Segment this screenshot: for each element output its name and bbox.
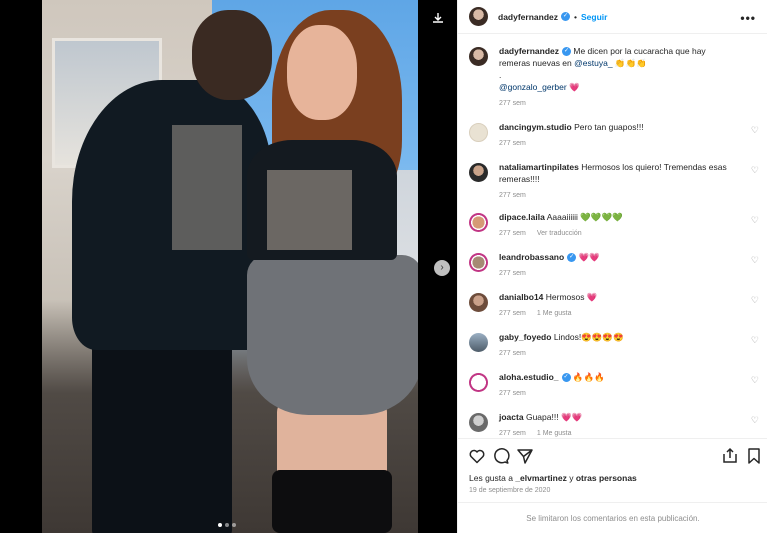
- comment-text: Aaaaiiiiii: [546, 212, 578, 222]
- comment-item: aloha.estudio_ ✓ 🔥🔥🔥 277 sem ♡: [469, 371, 759, 400]
- avatar[interactable]: [469, 213, 488, 232]
- avatar[interactable]: [469, 413, 488, 432]
- comment-item: nataliamartinpilates Hermosos los quiero…: [469, 161, 759, 202]
- verified-badge-icon: ✓: [567, 253, 577, 263]
- clap-emoji: 👏👏👏: [614, 58, 647, 68]
- likes-summary: Les gusta a _elvmartinez y otras persona…: [469, 473, 637, 483]
- mention-link[interactable]: @estuya_: [574, 58, 612, 68]
- comment-likes[interactable]: 1 Me gusta: [537, 430, 572, 437]
- comment-username[interactable]: aloha.estudio_: [499, 372, 559, 382]
- comment-item: joacta Guapa!!! 💗💗 277 sem 1 Me gusta ♡: [469, 411, 759, 438]
- avatar[interactable]: [469, 293, 488, 312]
- carousel-dots: [218, 523, 236, 527]
- like-comment-heart-icon[interactable]: ♡: [751, 165, 759, 176]
- comment-item: danialbo14 Hermosos 💗 277 sem 1 Me gusta …: [469, 291, 759, 320]
- add-to-story-icon[interactable]: [721, 447, 739, 465]
- comments-limited-notice: Se limitaron los comentarios en esta pub…: [458, 502, 767, 533]
- see-translation-link[interactable]: Ver traducción: [537, 230, 582, 237]
- verified-badge-icon: ✓: [562, 47, 571, 57]
- post-media: ›: [0, 0, 457, 533]
- share-icon[interactable]: [516, 447, 534, 465]
- comment-text: Lindos!: [553, 332, 582, 342]
- comments-list[interactable]: dadyfernandez ✓ Me dicen por la cucaracha…: [458, 35, 767, 438]
- like-comment-heart-icon[interactable]: ♡: [751, 125, 759, 136]
- heart-emoji: 💗💗: [578, 252, 600, 262]
- post-header: dadyfernandez ✓ • Seguir •••: [458, 0, 767, 34]
- comment-time[interactable]: 277 sem: [499, 350, 526, 357]
- comment-username[interactable]: gaby_foyedo: [499, 332, 551, 342]
- comment-username[interactable]: nataliamartinpilates: [499, 162, 579, 172]
- more-options-icon[interactable]: •••: [740, 11, 756, 25]
- next-image-button[interactable]: ›: [434, 260, 450, 276]
- heart-emoji: 💗: [569, 82, 580, 92]
- comment-username[interactable]: joacta: [499, 412, 524, 422]
- comment-item: dancingym.studio Pero tan guapos!!! 277 …: [469, 121, 759, 150]
- post-date[interactable]: 19 de septiembre de 2020: [469, 487, 550, 494]
- fire-emoji: 🔥🔥🔥: [572, 372, 605, 382]
- liker-username[interactable]: _elvmartinez: [515, 473, 567, 483]
- comment-time[interactable]: 277 sem: [499, 390, 526, 397]
- comment-time[interactable]: 277 sem: [499, 100, 526, 107]
- heart-eyes-emoji: 😍😍😍😍: [581, 332, 624, 342]
- green-heart-emoji: 💚💚💚💚: [580, 212, 623, 222]
- avatar[interactable]: [469, 123, 488, 142]
- comment-text: Pero tan guapos!!!: [574, 122, 644, 132]
- like-comment-heart-icon[interactable]: ♡: [751, 335, 759, 346]
- comment-icon[interactable]: [492, 447, 510, 465]
- comment-username[interactable]: leandrobassano: [499, 252, 564, 262]
- carousel-dot: [218, 523, 222, 527]
- comment-username[interactable]: dadyfernandez: [499, 46, 559, 56]
- comment-time[interactable]: 277 sem: [499, 270, 526, 277]
- post-photo: [42, 0, 418, 533]
- comment-username[interactable]: dipace.laila: [499, 212, 545, 222]
- comment-time[interactable]: 277 sem: [499, 192, 526, 199]
- like-comment-heart-icon[interactable]: ♡: [751, 295, 759, 306]
- avatar[interactable]: [469, 373, 488, 392]
- avatar[interactable]: [469, 47, 488, 66]
- comment-text: Guapa!!!: [525, 412, 559, 422]
- comment-item: dipace.laila Aaaaiiiiii 💚💚💚💚 277 sem Ver …: [469, 211, 759, 240]
- comment-time[interactable]: 277 sem: [499, 230, 526, 237]
- follow-button[interactable]: Seguir: [581, 12, 607, 22]
- save-bookmark-icon[interactable]: [745, 447, 763, 465]
- avatar[interactable]: [469, 333, 488, 352]
- verified-badge-icon: ✓: [561, 12, 570, 21]
- download-icon[interactable]: [431, 11, 445, 25]
- mention-link[interactable]: @gonzalo_gerber: [499, 82, 567, 92]
- like-comment-heart-icon[interactable]: ♡: [751, 415, 759, 426]
- heart-emoji: 💗💗: [560, 412, 583, 422]
- comment-time[interactable]: 277 sem: [499, 140, 526, 147]
- like-comment-heart-icon[interactable]: ♡: [751, 215, 759, 226]
- post-panel: dadyfernandez ✓ • Seguir ••• dadyfernand…: [457, 0, 767, 533]
- username[interactable]: dadyfernandez: [498, 12, 558, 22]
- like-comment-heart-icon[interactable]: ♡: [751, 255, 759, 266]
- caption: dadyfernandez ✓ Me dicen por la cucaracha…: [469, 45, 759, 110]
- other-likers-link[interactable]: otras personas: [576, 473, 637, 483]
- post-actions: Les gusta a _elvmartinez y otras persona…: [458, 438, 767, 533]
- like-heart-icon[interactable]: [468, 447, 486, 465]
- verified-badge-icon: ✓: [561, 373, 571, 383]
- like-comment-heart-icon[interactable]: ♡: [751, 375, 759, 386]
- comment-likes[interactable]: 1 Me gusta: [537, 310, 572, 317]
- avatar[interactable]: [469, 253, 488, 272]
- carousel-dot: [232, 523, 236, 527]
- comment-item: leandrobassano ✓ 💗💗 277 sem ♡: [469, 251, 759, 280]
- avatar[interactable]: [469, 7, 488, 26]
- comment-username[interactable]: danialbo14: [499, 292, 543, 302]
- comment-item: gaby_foyedo Lindos!😍😍😍😍 277 sem ♡: [469, 331, 759, 360]
- comment-time[interactable]: 277 sem: [499, 430, 526, 437]
- avatar[interactable]: [469, 163, 488, 182]
- carousel-dot: [225, 523, 229, 527]
- comment-text: Hermosos: [545, 292, 585, 302]
- comment-time[interactable]: 277 sem: [499, 310, 526, 317]
- comment-username[interactable]: dancingym.studio: [499, 122, 572, 132]
- heart-emoji: 💗: [586, 292, 598, 302]
